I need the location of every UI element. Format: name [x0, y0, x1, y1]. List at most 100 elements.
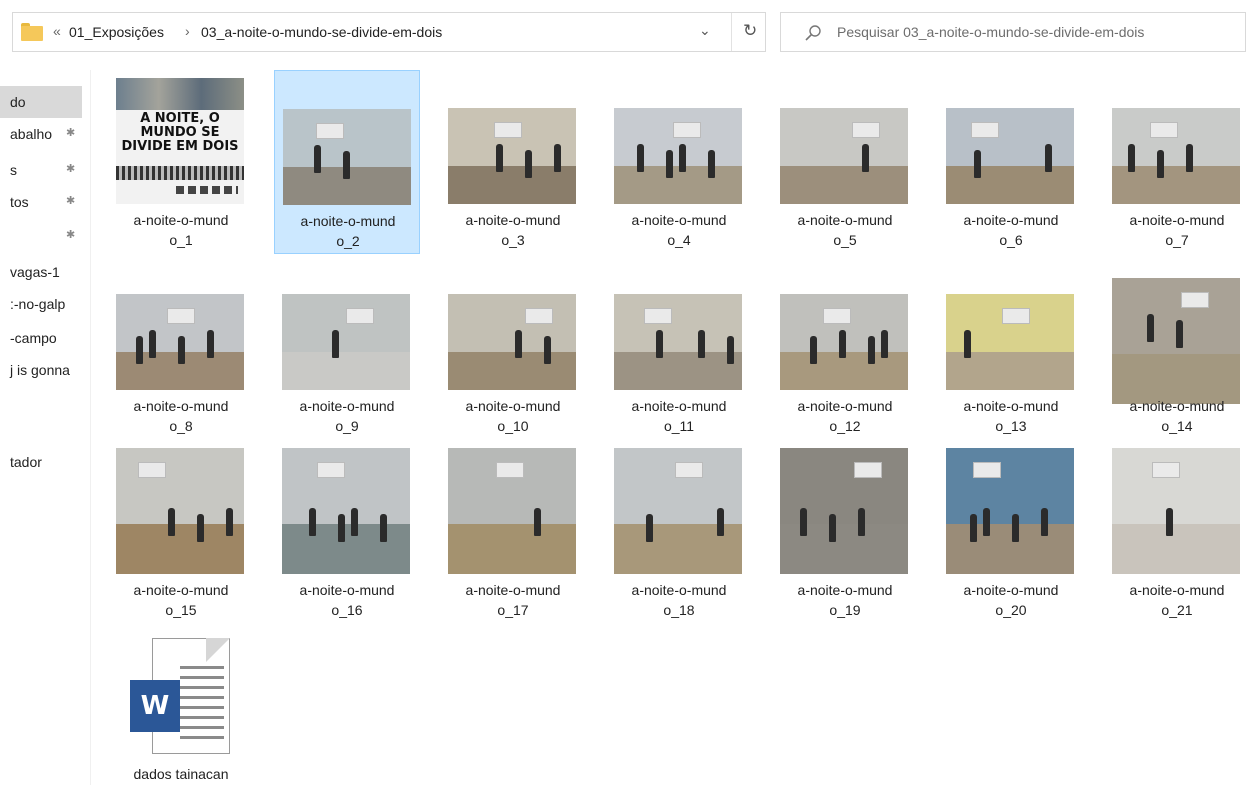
file-name-line2: o_9	[335, 418, 359, 434]
file-name-line2: o_6	[999, 232, 1023, 248]
file-name-line2: o_16	[331, 602, 363, 618]
nav-item-label: do	[10, 94, 26, 110]
file-item[interactable]: a-noite-o-mund o_4	[606, 70, 752, 254]
nav-item-label: -campo	[10, 330, 57, 346]
pin-icon[interactable]: ✱	[66, 162, 75, 175]
file-name-line1: a-noite-o-mund	[797, 582, 893, 598]
image-thumbnail	[780, 448, 908, 574]
nav-item[interactable]: do	[0, 86, 82, 118]
file-item[interactable]: a-noite-o-mund o_8	[108, 256, 254, 440]
breadcrumb-separator[interactable]: ›	[185, 23, 190, 39]
file-grid: A NOITE, O MUNDO SE DIVIDE EM DOIS a-noit…	[108, 70, 1256, 785]
image-thumbnail	[448, 448, 576, 574]
file-item[interactable]: a-noite-o-mund o_14	[1104, 256, 1250, 440]
file-item[interactable]: a-noite-o-mund o_5	[772, 70, 918, 254]
pin-icon[interactable]: ✱	[66, 126, 75, 139]
file-item[interactable]: a-noite-o-mund o_9	[274, 256, 420, 440]
file-item[interactable]: a-noite-o-mund o_11	[606, 256, 752, 440]
breadcrumb-current-folder[interactable]: 03_a-noite-o-mundo-se-divide-em-dois	[201, 24, 442, 40]
nav-item[interactable]: j is gonna	[0, 354, 82, 386]
image-thumbnail	[946, 108, 1074, 204]
file-name-line1: a-noite-o-mund	[465, 212, 561, 228]
file-item[interactable]: a-noite-o-mund o_17	[440, 440, 586, 624]
file-name-line2: o_5	[833, 232, 857, 248]
file-name-line1: a-noite-o-mund	[963, 398, 1059, 414]
file-name-line2: o_21	[1161, 602, 1193, 618]
address-bar[interactable]: « 01_Exposições › 03_a-noite-o-mundo-se-…	[12, 12, 766, 52]
nav-item-label: s	[10, 162, 17, 178]
file-name-line2: o_12	[829, 418, 861, 434]
image-thumbnail	[448, 294, 576, 390]
file-name-line1: a-noite-o-mund	[797, 212, 893, 228]
nav-item-label: :-no-galp	[10, 296, 66, 312]
file-item[interactable]: a-noite-o-mund o_18	[606, 440, 752, 624]
file-name-line2: o_20	[995, 602, 1027, 618]
file-item[interactable]: a-noite-o-mund o_3	[440, 70, 586, 254]
file-name-line2: o_3	[501, 232, 525, 248]
file-name-line2: o_2	[336, 233, 360, 249]
file-item[interactable]: a-noite-o-mund o_10	[440, 256, 586, 440]
folder-icon	[21, 23, 43, 41]
file-name-line1: a-noite-o-mund	[963, 582, 1059, 598]
nav-item[interactable]: s ✱	[0, 154, 82, 186]
file-item[interactable]: a-noite-o-mund o_12	[772, 256, 918, 440]
nav-item[interactable]: abalho ✱	[0, 118, 82, 150]
file-item[interactable]: a-noite-o-mund o_19	[772, 440, 918, 624]
file-name-line1: a-noite-o-mund	[133, 582, 229, 598]
nav-item[interactable]: ✱	[0, 220, 82, 252]
pin-icon[interactable]: ✱	[66, 228, 75, 241]
nav-item[interactable]: tador	[0, 446, 82, 478]
file-item[interactable]: a-noite-o-mund o_2	[274, 70, 420, 254]
nav-item[interactable]: :-no-galp	[0, 288, 82, 320]
file-name-line2: o_11	[663, 418, 695, 434]
file-name-line2: o_8	[169, 418, 193, 434]
address-dropdown-icon[interactable]: ⌄	[699, 22, 711, 39]
search-icon	[805, 25, 821, 41]
file-item[interactable]: a-noite-o-mund o_15	[108, 440, 254, 624]
file-item[interactable]: a-noite-o-mund o_6	[938, 70, 1084, 254]
word-badge: W	[130, 680, 180, 732]
image-thumbnail	[1112, 278, 1240, 404]
file-name-line1: a-noite-o-mund	[631, 582, 727, 598]
nav-item[interactable]: vagas-1	[0, 256, 82, 288]
history-chevron[interactable]: «	[53, 23, 61, 39]
file-item[interactable]: A NOITE, O MUNDO SE DIVIDE EM DOIS a-noit…	[108, 70, 254, 254]
refresh-icon[interactable]: ↻	[743, 21, 757, 41]
file-name-line2: o_15	[165, 602, 197, 618]
search-box[interactable]	[780, 12, 1246, 52]
file-item[interactable]: a-noite-o-mund o_21	[1104, 440, 1250, 624]
file-item[interactable]: a-noite-o-mund o_7	[1104, 70, 1250, 254]
file-item[interactable]: a-noite-o-mund o_13	[938, 256, 1084, 440]
file-item[interactable]: a-noite-o-mund o_16	[274, 440, 420, 624]
file-name-line2: o_18	[663, 602, 695, 618]
divider	[731, 13, 732, 51]
nav-item[interactable]: tos ✱	[0, 186, 82, 218]
breadcrumb-exposicoes[interactable]: 01_Exposições	[69, 24, 164, 40]
image-thumbnail	[448, 108, 576, 204]
file-name-line2: o_4	[667, 232, 691, 248]
nav-item-label: j is gonna	[10, 362, 70, 378]
image-thumbnail	[780, 108, 908, 204]
file-item-document[interactable]: Wdados tainacan	[108, 626, 254, 786]
file-name-line1: a-noite-o-mund	[1129, 212, 1225, 228]
pin-icon[interactable]: ✱	[66, 194, 75, 207]
file-name-line1: a-noite-o-mund	[133, 212, 229, 228]
file-name-line2: o_10	[497, 418, 529, 434]
file-name-line2: o_17	[497, 602, 529, 618]
file-name-line2: o_13	[995, 418, 1027, 434]
file-name-line1: a-noite-o-mund	[797, 398, 893, 414]
poster-title: A NOITE, O MUNDO SE DIVIDE EM DOIS	[121, 111, 239, 154]
search-input[interactable]	[837, 22, 1233, 42]
file-name-line1: a-noite-o-mund	[1129, 582, 1225, 598]
image-thumbnail	[946, 294, 1074, 390]
nav-item[interactable]: -campo	[0, 322, 82, 354]
file-name-line1: a-noite-o-mund	[299, 398, 395, 414]
file-name-line2: o_19	[829, 602, 861, 618]
nav-item-label: vagas-1	[10, 264, 60, 280]
navigation-pane: do abalho ✱ s ✱ tos ✱ ✱ vagas-1:-no-galp -campo j …	[0, 70, 91, 785]
nav-item-label: tos	[10, 194, 29, 210]
image-thumbnail	[614, 108, 742, 204]
file-name-line1: a-noite-o-mund	[299, 582, 395, 598]
file-name-line1: a-noite-o-mund	[631, 212, 727, 228]
file-item[interactable]: a-noite-o-mund o_20	[938, 440, 1084, 624]
